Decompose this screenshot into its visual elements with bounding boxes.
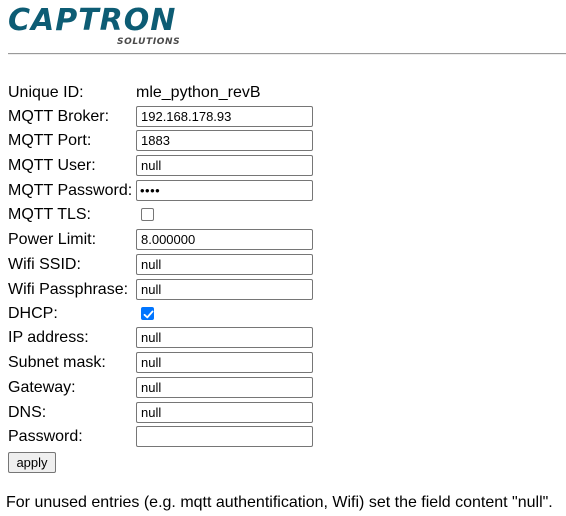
wifi-passphrase-input[interactable] <box>136 279 313 300</box>
row-mqtt-tls: MQTT TLS: <box>8 204 328 226</box>
password-input[interactable] <box>136 426 313 447</box>
row-wifi-passphrase: Wifi Passphrase: <box>8 279 328 301</box>
captron-logo: CAPTRON SOLUTIONS <box>8 4 183 48</box>
row-dhcp: DHCP: <box>8 303 328 325</box>
gateway-label: Gateway: <box>8 379 76 396</box>
unique-id-label: Unique ID: <box>8 84 84 101</box>
mqtt-user-input[interactable] <box>136 155 313 176</box>
logo-subtitle: SOLUTIONS <box>117 37 181 47</box>
row-unique-id: Unique ID: mle_python_revB <box>8 82 328 104</box>
row-mqtt-port: MQTT Port: <box>8 130 328 152</box>
power-limit-input[interactable] <box>136 229 313 250</box>
mqtt-broker-input[interactable] <box>136 106 313 127</box>
dns-input[interactable] <box>136 402 313 423</box>
logo-wordmark: CAPTRON <box>8 3 177 38</box>
ip-address-input[interactable] <box>136 327 313 348</box>
gateway-input[interactable] <box>136 377 313 398</box>
mqtt-port-input[interactable] <box>136 130 313 151</box>
mqtt-tls-checkbox[interactable] <box>141 208 154 221</box>
row-mqtt-user: MQTT User: <box>8 155 328 177</box>
subnet-mask-input[interactable] <box>136 352 313 373</box>
checkmark-icon <box>143 310 154 319</box>
dns-label: DNS: <box>8 404 47 421</box>
unique-id-value: mle_python_revB <box>136 84 261 101</box>
dhcp-checkbox[interactable] <box>141 307 154 320</box>
subnet-mask-label: Subnet mask: <box>8 354 106 371</box>
row-mqtt-broker: MQTT Broker: <box>8 106 328 128</box>
row-dns: DNS: <box>8 402 328 424</box>
row-mqtt-password: MQTT Password: •••• <box>8 180 328 202</box>
wifi-passphrase-label: Wifi Passphrase: <box>8 281 129 298</box>
power-limit-label: Power Limit: <box>8 231 97 248</box>
wifi-ssid-label: Wifi SSID: <box>8 256 81 273</box>
mqtt-password-label: MQTT Password: <box>8 182 133 199</box>
ip-address-label: IP address: <box>8 329 89 346</box>
row-subnet-mask: Subnet mask: <box>8 352 328 374</box>
wifi-ssid-input[interactable] <box>136 254 313 275</box>
row-wifi-ssid: Wifi SSID: <box>8 254 328 276</box>
password-label: Password: <box>8 428 83 445</box>
row-ip-address: IP address: <box>8 327 328 349</box>
apply-button[interactable]: apply <box>8 452 56 473</box>
header-divider <box>8 53 566 55</box>
row-gateway: Gateway: <box>8 377 328 399</box>
mqtt-broker-label: MQTT Broker: <box>8 108 110 125</box>
row-power-limit: Power Limit: <box>8 229 328 251</box>
row-password: Password: <box>8 426 328 448</box>
usage-note: For unused entries (e.g. mqtt authentifi… <box>6 494 553 511</box>
mqtt-port-label: MQTT Port: <box>8 132 92 149</box>
dhcp-label: DHCP: <box>8 305 58 322</box>
mqtt-user-label: MQTT User: <box>8 157 96 174</box>
mqtt-password-input[interactable] <box>136 180 313 201</box>
mqtt-tls-label: MQTT TLS: <box>8 206 91 223</box>
